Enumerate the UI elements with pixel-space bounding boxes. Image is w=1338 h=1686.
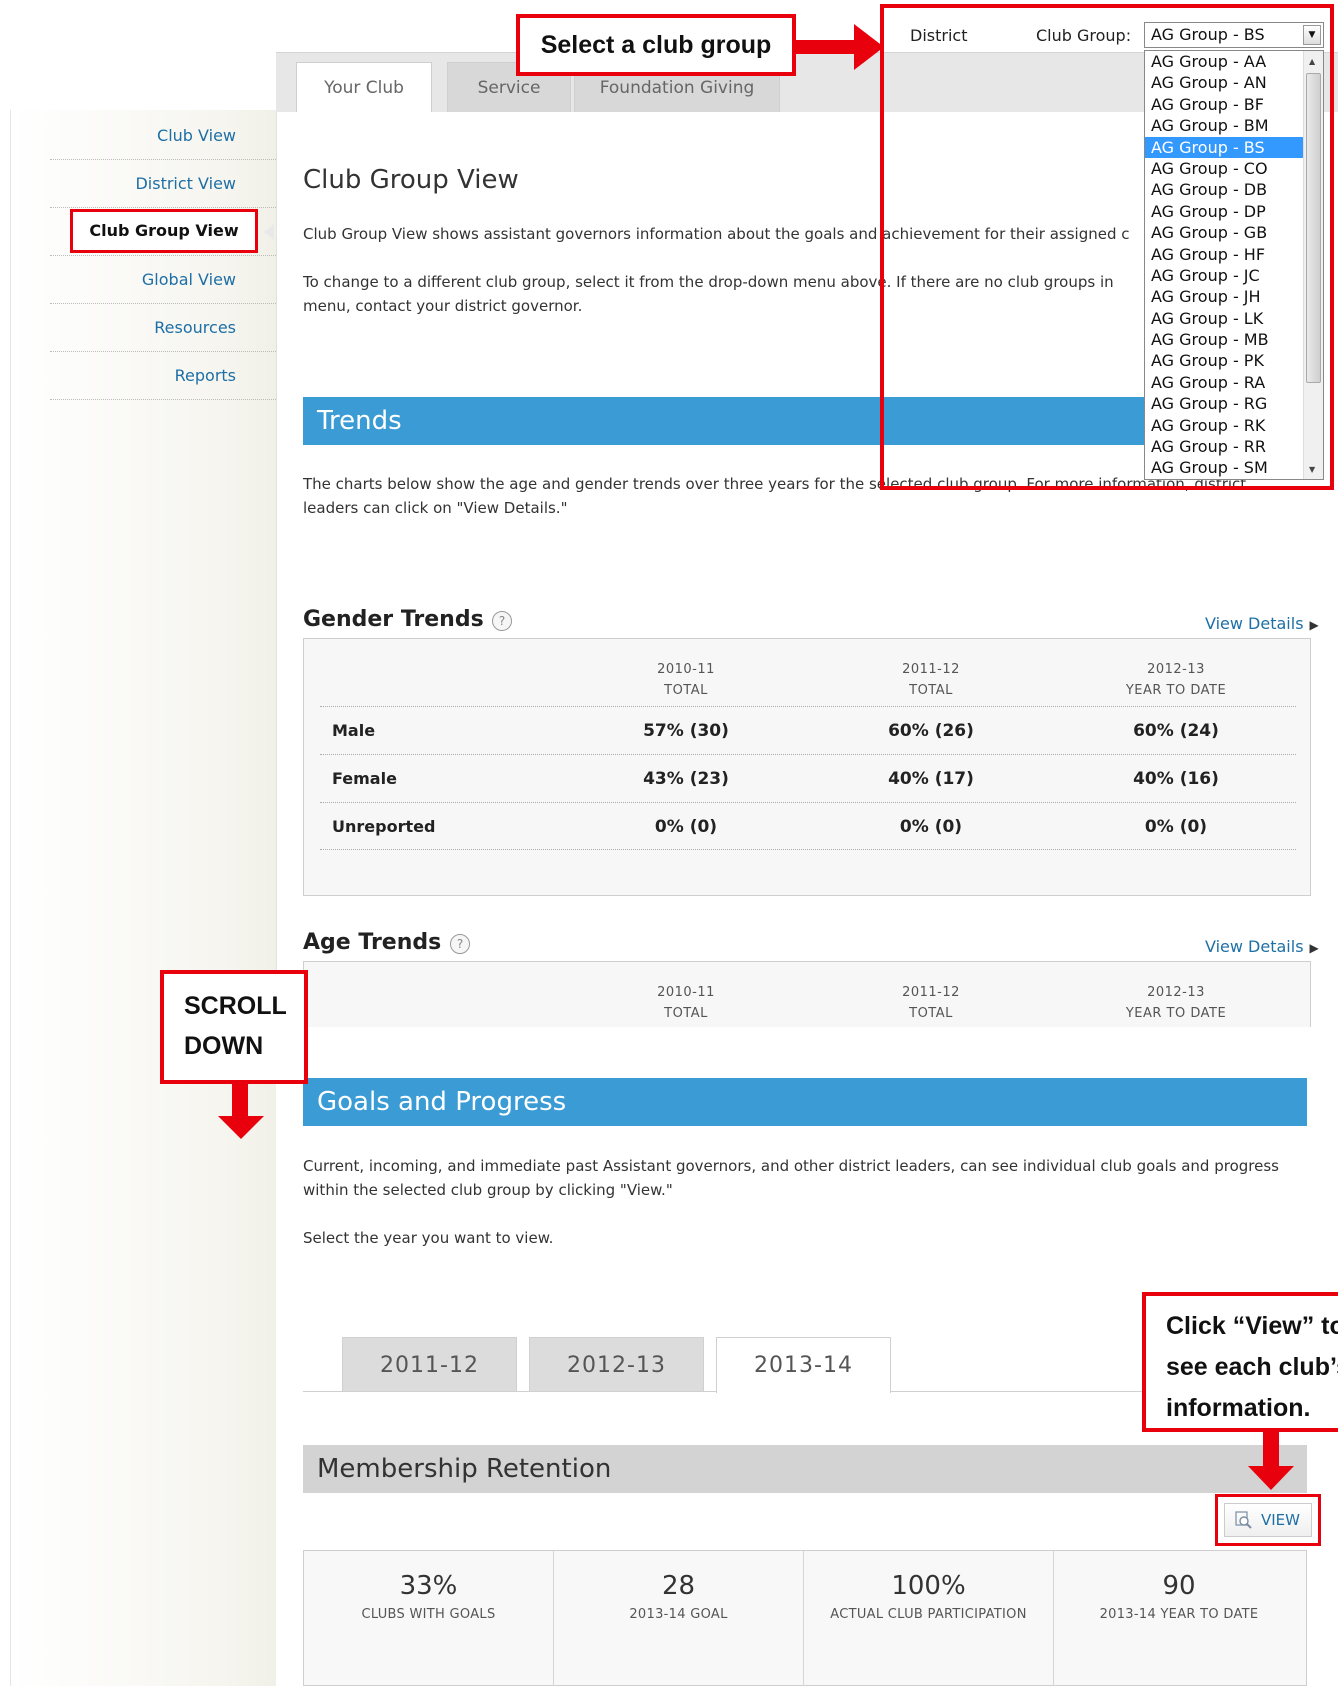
column-sub: YEAR TO DATE xyxy=(1125,1006,1227,1021)
sidebar-item-club-view[interactable]: Club View xyxy=(50,112,276,160)
stat-value: 100% xyxy=(891,1571,966,1601)
column-header: 2010-11 TOTAL xyxy=(586,659,786,701)
sidebar-item-global-view[interactable]: Global View xyxy=(50,256,276,304)
column-year: 2012-13 xyxy=(1147,985,1205,1000)
column-year: 2011-12 xyxy=(902,985,960,1000)
view-details-label: View Details xyxy=(1205,937,1304,956)
stat-card: 28 2013-14 GOAL xyxy=(554,1551,804,1686)
age-view-details-link[interactable]: View Details ▶ xyxy=(1205,937,1319,956)
goals-text-line1: Current, incoming, and immediate past As… xyxy=(303,1157,1279,1175)
sidebar-item-club-group-view[interactable]: Club Group View xyxy=(70,209,258,253)
goals-text-line2: within the selected club group by clicki… xyxy=(303,1181,673,1199)
click-view-callout: Click “View” to see each club’s informat… xyxy=(1142,1292,1338,1432)
column-header: 2011-12 TOTAL xyxy=(831,982,1031,1024)
row-label: Male xyxy=(332,721,376,740)
magnifier-icon xyxy=(1235,1511,1252,1529)
click-line2: see each club’s xyxy=(1166,1353,1338,1381)
gender-trends-title: Gender Trends xyxy=(303,607,484,632)
age-trends-table: 2010-11 TOTAL 2011-12 TOTAL 2012-13 YEAR… xyxy=(303,961,1311,1027)
column-header: 2011-12 TOTAL xyxy=(831,659,1031,701)
stat-value: 28 xyxy=(661,1571,696,1601)
click-line1: Click “View” to xyxy=(1166,1312,1338,1340)
sidebar-item-reports[interactable]: Reports xyxy=(50,352,276,400)
column-sub: TOTAL xyxy=(909,1006,953,1021)
stat-card: 100% ACTUAL CLUB PARTICIPATION xyxy=(804,1551,1054,1686)
cell-value: 0% (0) xyxy=(1144,817,1208,837)
help-icon[interactable]: ? xyxy=(492,611,512,631)
column-header: 2012-13 YEAR TO DATE xyxy=(1076,982,1276,1024)
tab-2013-14[interactable]: 2013-14 xyxy=(716,1337,891,1393)
membership-retention-header: Membership Retention xyxy=(303,1445,1307,1493)
stat-label: 2013-14 YEAR TO DATE xyxy=(1099,1607,1259,1622)
stat-card: 33% CLUBS WITH GOALS xyxy=(304,1551,554,1686)
column-header: 2010-11 TOTAL xyxy=(586,982,786,1024)
gender-view-details-link[interactable]: View Details ▶ xyxy=(1205,614,1319,633)
table-row: Female 43% (23) 40% (17) 40% (16) xyxy=(320,754,1296,802)
stat-value: 33% xyxy=(399,1571,458,1601)
column-sub: TOTAL xyxy=(664,683,708,698)
tab-your-club[interactable]: Your Club xyxy=(296,62,432,113)
age-trends-title: Age Trends xyxy=(303,930,442,955)
cell-value: 57% (30) xyxy=(643,721,729,741)
page-title: Club Group View xyxy=(303,165,519,195)
column-sub: YEAR TO DATE xyxy=(1125,683,1227,698)
caret-right-icon: ▶ xyxy=(1309,941,1319,955)
column-sub: TOTAL xyxy=(909,683,953,698)
row-label: Unreported xyxy=(332,817,436,836)
trends-text-line2: leaders can click on "View Details." xyxy=(303,499,568,517)
scroll-down-callout: SCROLL DOWN xyxy=(160,970,308,1084)
view-button-highlight: VIEW xyxy=(1215,1494,1321,1546)
stat-label: CLUBS WITH GOALS xyxy=(361,1607,496,1622)
retention-stats: 33% CLUBS WITH GOALS 28 2013-14 GOAL 100… xyxy=(303,1550,1307,1686)
change-text-line2: menu, contact your district governor. xyxy=(303,297,583,315)
view-button-label: VIEW xyxy=(1261,1511,1300,1529)
caret-right-icon: ▶ xyxy=(1309,618,1319,632)
column-header: 2012-13 YEAR TO DATE xyxy=(1076,659,1276,701)
arrow-down-icon xyxy=(218,1082,264,1139)
row-label: Female xyxy=(332,769,397,788)
column-year: 2012-13 xyxy=(1147,662,1205,677)
column-sub: TOTAL xyxy=(664,1006,708,1021)
stat-card: 90 2013-14 YEAR TO DATE xyxy=(1054,1551,1304,1686)
stat-value: 90 xyxy=(1162,1571,1196,1601)
help-icon[interactable]: ? xyxy=(450,934,470,954)
select-year-text: Select the year you want to view. xyxy=(303,1229,554,1247)
cell-value: 0% (0) xyxy=(654,817,718,837)
arrow-right-icon xyxy=(796,24,884,70)
cell-value: 60% (24) xyxy=(1133,721,1219,741)
dropdown-highlight-box xyxy=(880,4,1334,490)
column-year: 2011-12 xyxy=(902,662,960,677)
cell-value: 43% (23) xyxy=(643,769,729,789)
scroll-line1: SCROLL xyxy=(184,992,287,1020)
cell-value: 60% (26) xyxy=(888,721,974,741)
sidebar-item-resources[interactable]: Resources xyxy=(50,304,276,352)
scroll-line2: DOWN xyxy=(184,1032,264,1060)
stat-label: 2013-14 GOAL xyxy=(629,1607,728,1622)
active-indicator xyxy=(264,224,274,240)
tab-2011-12[interactable]: 2011-12 xyxy=(342,1337,517,1392)
tab-2012-13[interactable]: 2012-13 xyxy=(529,1337,704,1392)
gender-trends-table: 2010-11 TOTAL 2011-12 TOTAL 2012-13 YEAR… xyxy=(303,638,1311,896)
sidebar-item-district-view[interactable]: District View xyxy=(50,160,276,208)
stat-label: ACTUAL CLUB PARTICIPATION xyxy=(830,1607,1027,1622)
column-year: 2010-11 xyxy=(657,662,715,677)
select-group-callout: Select a club group xyxy=(516,14,796,76)
cell-value: 40% (17) xyxy=(888,769,974,789)
cell-value: 0% (0) xyxy=(899,817,963,837)
arrow-down-icon xyxy=(1248,1432,1294,1490)
table-row: Male 57% (30) 60% (26) 60% (24) xyxy=(320,706,1296,754)
table-row: Unreported 0% (0) 0% (0) 0% (0) xyxy=(320,802,1296,850)
click-line3: information. xyxy=(1166,1394,1311,1422)
view-details-label: View Details xyxy=(1205,614,1304,633)
goals-banner: Goals and Progress xyxy=(303,1078,1307,1126)
column-year: 2010-11 xyxy=(657,985,715,1000)
view-button[interactable]: VIEW xyxy=(1224,1503,1312,1537)
cell-value: 40% (16) xyxy=(1133,769,1219,789)
